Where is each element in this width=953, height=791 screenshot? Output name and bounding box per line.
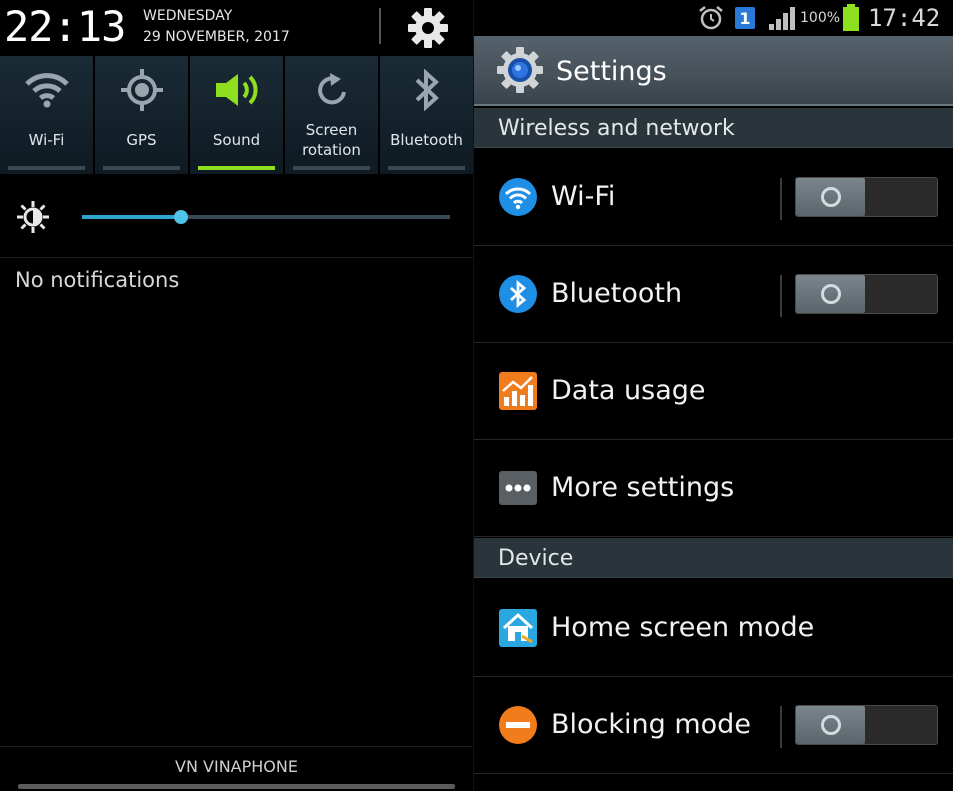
section-header-label: Device [498, 546, 574, 571]
qs-label-gps: GPS [126, 131, 157, 149]
brightness-slider-fill [82, 215, 182, 219]
settings-item-wifi[interactable]: Wi-Fi [474, 149, 953, 246]
rotation-icon [317, 73, 346, 105]
settings-screen: 1 100% 17:42 Settings Wireless and netwo… [473, 0, 953, 791]
settings-button[interactable] [404, 4, 452, 52]
qs-tile-bluetooth[interactable]: Bluetooth [380, 56, 473, 174]
no-notifications-text: No notifications [15, 268, 180, 292]
title-bar: Settings [474, 36, 953, 106]
bluetooth-icon [499, 275, 537, 313]
qs-label-wifi: Wi-Fi [28, 131, 65, 149]
speaker-icon [215, 74, 257, 106]
qs-tile-sound[interactable]: Sound [190, 56, 285, 174]
qs-indicator-wifi [8, 166, 85, 170]
brightness-slider-knob[interactable] [174, 210, 189, 224]
settings-item-bluetooth[interactable]: Bluetooth [474, 246, 953, 343]
row-divider [780, 706, 782, 748]
settings-item-blocking-mode[interactable]: Blocking mode [474, 677, 953, 774]
settings-item-label: Wi-Fi [551, 181, 616, 212]
settings-item-label: Bluetooth [551, 278, 683, 309]
settings-item-label: Blocking mode [551, 709, 751, 740]
settings-item-data-usage[interactable]: Data usage [474, 343, 953, 440]
qs-tile-gps[interactable]: GPS [95, 56, 190, 174]
more-dots-icon [499, 471, 537, 505]
gps-icon [120, 69, 163, 111]
qs-tile-screen-rotation[interactable]: Screen rotation [285, 56, 380, 174]
wifi-icon [499, 178, 537, 216]
blocking-icon [499, 706, 537, 744]
blocking-mode-toggle[interactable] [795, 705, 938, 745]
sim-icon: 1 [734, 4, 756, 32]
status-bar: 1 100% 17:42 [474, 0, 953, 36]
qs-indicator-gps [103, 166, 180, 170]
battery-percent: 100% [800, 10, 841, 26]
wifi-icon [24, 73, 69, 108]
qs-label-bluetooth: Bluetooth [390, 131, 463, 149]
toggle-thumb [796, 178, 865, 216]
page-title: Settings [556, 56, 667, 87]
home-icon [499, 609, 537, 647]
settings-gear-icon [497, 47, 543, 93]
gear-icon [408, 8, 448, 48]
battery-icon [842, 4, 860, 32]
day-label: WEDNESDAY [143, 8, 233, 24]
sim-number: 1 [739, 9, 750, 28]
brightness-row [0, 180, 473, 258]
qs-label-sound: Sound [212, 131, 261, 149]
notification-header: 22:13 WEDNESDAY 29 NOVEMBER, 2017 [0, 0, 473, 56]
qs-indicator-screen-rotation [293, 166, 370, 170]
header-divider [379, 8, 381, 44]
notification-panel: 22:13 WEDNESDAY 29 NOVEMBER, 2017 Wi-Fi … [0, 0, 473, 791]
row-divider [780, 275, 782, 317]
panel-drag-handle[interactable] [18, 784, 455, 789]
section-header-wireless: Wireless and network [474, 108, 953, 148]
toggle-thumb [796, 275, 865, 313]
settings-item-label: Data usage [551, 375, 706, 406]
section-header-device: Device [474, 538, 953, 578]
data-usage-icon [499, 372, 537, 410]
bluetooth-toggle[interactable] [795, 274, 938, 314]
bluetooth-icon [415, 69, 439, 111]
wifi-toggle[interactable] [795, 177, 938, 217]
alarm-icon [698, 4, 724, 32]
clock: 22:13 [4, 2, 126, 51]
date-label: 29 NOVEMBER, 2017 [143, 29, 290, 45]
status-time: 17:42 [868, 4, 941, 32]
toggle-thumb [796, 706, 865, 744]
carrier-row: VN VINAPHONE [0, 746, 473, 791]
brightness-icon [17, 201, 49, 233]
settings-item-more-settings[interactable]: More settings [474, 440, 953, 537]
qs-label-screen-rotation: Screen rotation [302, 121, 361, 159]
settings-item-label: More settings [551, 472, 735, 503]
qs-indicator-sound [198, 166, 275, 170]
section-header-label: Wireless and network [498, 116, 735, 141]
settings-item-label: Home screen mode [551, 612, 815, 643]
brightness-slider[interactable] [82, 210, 450, 224]
quick-settings-panel: Wi-Fi GPS Sound Screen rotation Bluetoot… [0, 56, 473, 174]
signal-icon [768, 4, 798, 32]
qs-indicator-bluetooth [388, 166, 465, 170]
carrier-label: VN VINAPHONE [175, 757, 298, 776]
row-divider [780, 178, 782, 220]
settings-item-home-screen-mode[interactable]: Home screen mode [474, 580, 953, 677]
qs-tile-wifi[interactable]: Wi-Fi [0, 56, 95, 174]
